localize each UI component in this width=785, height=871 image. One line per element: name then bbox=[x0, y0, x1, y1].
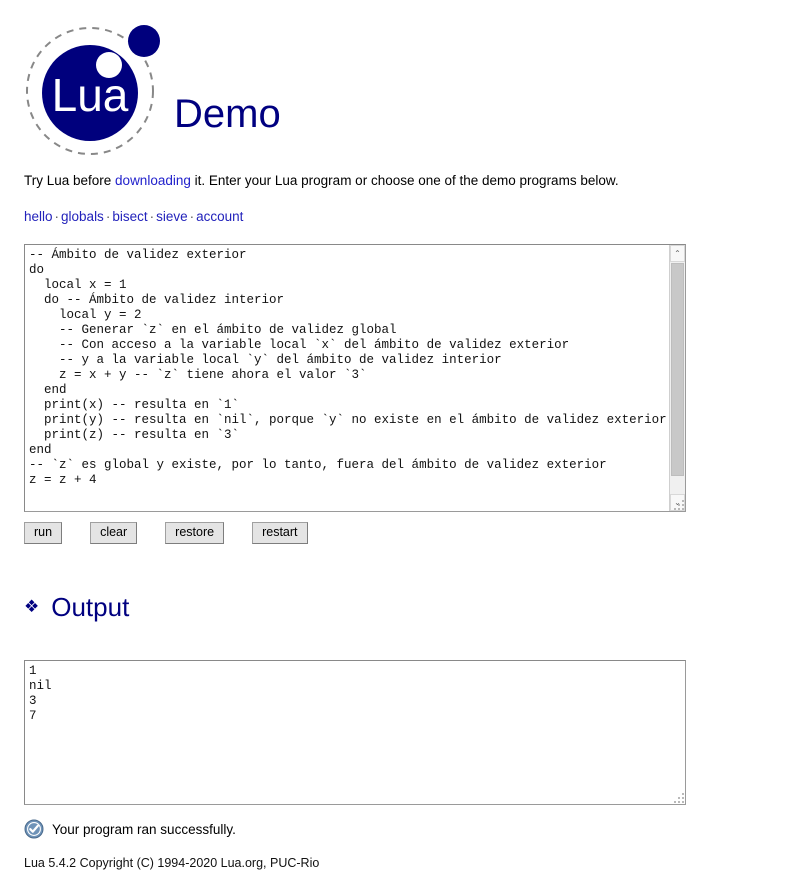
status-message: Your program ran successfully. bbox=[52, 821, 236, 837]
demo-link-bisect[interactable]: bisect bbox=[112, 209, 147, 224]
diamond-bullet-icon: ❖ bbox=[24, 597, 40, 617]
demo-link-account[interactable]: account bbox=[196, 209, 243, 224]
page-root: Lua Demo Try Lua before downloading it. … bbox=[0, 0, 785, 870]
downloading-link[interactable]: downloading bbox=[115, 173, 191, 188]
scroll-up-icon[interactable]: ⌃ bbox=[670, 245, 685, 263]
intro-text-after: it. Enter your Lua program or choose one… bbox=[190, 173, 619, 188]
scrollbar-thumb[interactable] bbox=[671, 263, 684, 477]
demo-link-globals[interactable]: globals bbox=[61, 209, 104, 224]
lua-logo-icon: Lua bbox=[26, 25, 160, 155]
demo-link-hello[interactable]: hello bbox=[24, 209, 53, 224]
restore-button[interactable]: restore bbox=[165, 522, 225, 545]
code-input[interactable] bbox=[24, 244, 686, 513]
check-circle-icon bbox=[24, 819, 44, 839]
page-title: Demo bbox=[174, 92, 281, 136]
svg-text:Lua: Lua bbox=[52, 69, 129, 121]
run-button[interactable]: run bbox=[24, 522, 63, 545]
status-row: Your program ran successfully. bbox=[24, 819, 761, 839]
clear-button[interactable]: clear bbox=[90, 522, 138, 545]
intro-paragraph: Try Lua before downloading it. Enter you… bbox=[24, 172, 761, 190]
output-text[interactable] bbox=[24, 660, 686, 806]
editor-button-row: run clear restore restart bbox=[24, 522, 761, 545]
scroll-down-icon[interactable]: ⌄ bbox=[670, 494, 685, 512]
footer-copyright: Lua 5.4.2 Copyright (C) 1994-2020 Lua.or… bbox=[24, 856, 320, 871]
link-separator: · bbox=[189, 209, 195, 225]
output-title: Output bbox=[51, 591, 130, 622]
intro-text-before: Try Lua before bbox=[24, 173, 116, 188]
demo-link-sieve[interactable]: sieve bbox=[156, 209, 188, 224]
code-editor-scrollbar[interactable]: ⌃ ⌄ bbox=[669, 245, 685, 512]
lua-logo: Lua bbox=[24, 15, 164, 160]
code-editor-container: ⌃ ⌄ bbox=[24, 244, 686, 513]
restart-button[interactable]: restart bbox=[252, 522, 308, 545]
output-container bbox=[24, 660, 686, 806]
page-header: Lua Demo bbox=[24, 0, 761, 160]
output-heading: ❖ Output bbox=[24, 572, 761, 641]
link-separator: · bbox=[149, 209, 155, 225]
link-separator: · bbox=[54, 209, 60, 225]
demo-program-links: hello · globals · bisect · sieve · account bbox=[24, 209, 761, 224]
